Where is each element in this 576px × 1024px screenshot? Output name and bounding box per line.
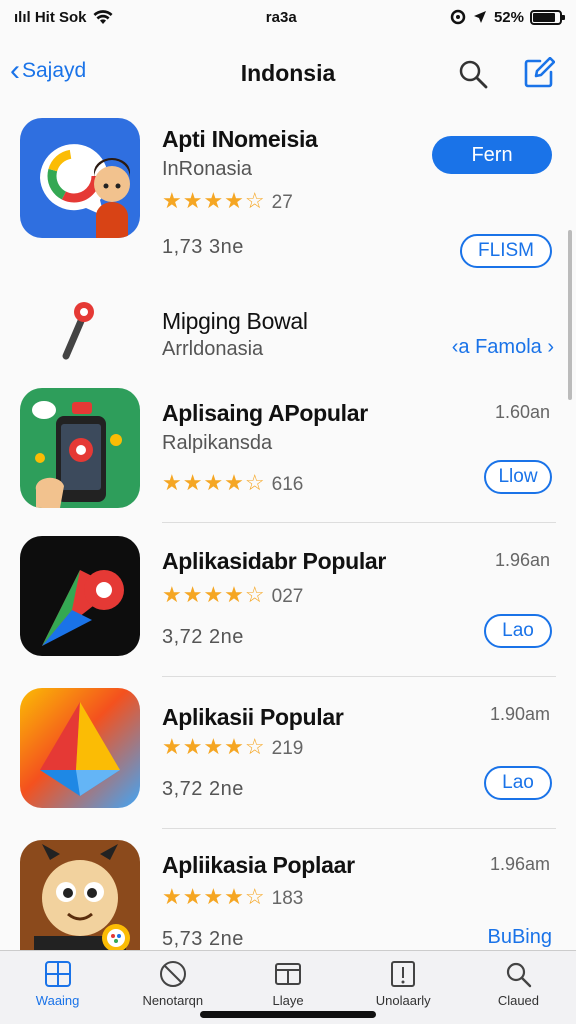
stars-icon: ★★★★☆ — [162, 470, 266, 495]
games-icon — [159, 961, 186, 987]
status-bar: ılıl Hit Sok ra3a 52% — [0, 0, 576, 34]
rating-count: 219 — [271, 738, 304, 759]
app-time: 1.96an — [494, 550, 550, 570]
carrier-label: ılıl Hit Sok — [14, 8, 87, 26]
app-name: Aplikasidabr Popular — [162, 548, 387, 574]
stars-icon: ★★★★☆ — [162, 188, 266, 213]
navigation-arrow-icon — [473, 11, 486, 23]
wifi-icon — [93, 10, 113, 24]
app-icon-phone — [20, 388, 140, 508]
get-button[interactable]: Fern — [432, 136, 552, 174]
open-button[interactable]: Lao — [484, 614, 552, 648]
tab-search[interactable]: Claued — [461, 951, 576, 1024]
app-name: Apti INomeisia — [162, 126, 318, 152]
list-item[interactable]: Aplisaing APopular 1.60an Ralpikansda ★★… — [0, 386, 576, 526]
list-item[interactable]: Apti INomeisia InRonasia ★★★★☆ 27 1,73 3n… — [0, 112, 576, 282]
app-name: Mipging Bowal — [162, 308, 308, 334]
divider — [162, 676, 556, 677]
tab-label: Waaing — [35, 993, 80, 1008]
list-item[interactable]: Aplikasii Popular 1.90am ★★★★☆ 219 3,72 2… — [0, 686, 576, 826]
list-item[interactable]: Mipging Bowal Arrldonasia ‹a Famola › — [0, 290, 576, 376]
open-button[interactable]: Lao — [484, 766, 552, 800]
star-rating: ★★★★☆ 027 — [162, 582, 303, 608]
today-icon — [44, 961, 71, 987]
app-meta: 3,72 2ne — [162, 626, 244, 648]
map-pin-icon — [62, 302, 94, 360]
stars-icon: ★★★★☆ — [162, 582, 266, 607]
app-subtitle: Ralpikansda — [162, 432, 273, 454]
app-name: Apliikasia Poplaar — [162, 852, 355, 878]
app-store-screen: ılıl Hit Sok ra3a 52% ‹ Sajayd Indonsia — [0, 0, 576, 1024]
rating-count: 027 — [271, 586, 304, 607]
rating-count: 27 — [271, 192, 293, 213]
star-rating: ★★★★☆ 616 — [162, 470, 303, 496]
app-name: Aplikasii Popular — [162, 704, 344, 730]
drive-app-icon — [40, 702, 120, 796]
star-rating: ★★★★☆ 183 — [162, 884, 303, 910]
rating-count: 616 — [271, 474, 304, 495]
star-rating: ★★★★☆ 219 — [162, 734, 303, 760]
app-name: Aplisaing APopular — [162, 400, 368, 426]
see-all-link[interactable]: ‹a Famola › — [452, 336, 554, 359]
list-item[interactable]: Aplikasidabr Popular 1.96an ★★★★☆ 027 3,7… — [0, 534, 576, 674]
secondary-button[interactable]: FLISM — [460, 234, 552, 268]
app-meta: 3,72 2ne — [162, 778, 244, 800]
divider — [162, 828, 556, 829]
compose-icon[interactable] — [523, 57, 555, 89]
app-icon-drive — [20, 688, 140, 808]
apps-icon — [275, 963, 301, 985]
app-meta: 5,73 2ne — [162, 928, 244, 950]
maps-app-icon — [42, 570, 124, 646]
status-left: ılıl Hit Sok — [14, 9, 113, 26]
tab-today[interactable]: Waaing — [0, 951, 115, 1024]
page-title: Indonsia — [240, 60, 336, 86]
open-link[interactable]: BuBing — [488, 926, 553, 949]
list-item[interactable]: Apliikasia Poplaar 1.96am ★★★★☆ 183 5,73 … — [0, 838, 576, 950]
home-indicator — [200, 1011, 376, 1018]
status-time: ra3a — [265, 8, 297, 26]
character-app-icon — [34, 844, 130, 950]
divider — [162, 522, 556, 523]
app-time: 1.96am — [489, 854, 550, 874]
search-icon[interactable] — [457, 58, 489, 90]
tab-label: Nenotarqn — [142, 993, 204, 1008]
rating-count: 183 — [271, 888, 304, 909]
stars-icon: ★★★★☆ — [162, 884, 266, 909]
status-right: 52% — [450, 8, 565, 26]
app-subtitle: InRonasia — [162, 158, 253, 180]
battery-icon — [529, 9, 565, 25]
open-button[interactable]: Llow — [484, 460, 552, 494]
tab-label: Llaye — [272, 993, 304, 1008]
app-time: 1.90am — [489, 704, 550, 724]
app-icon-maps — [20, 536, 140, 656]
search-icon — [507, 962, 532, 988]
star-rating: ★★★★☆ 27 — [162, 188, 293, 214]
location-icon — [450, 9, 466, 25]
stars-icon: ★★★★☆ — [162, 734, 266, 759]
updates-icon — [391, 961, 416, 987]
app-icon-chat-character — [20, 118, 140, 238]
app-icon-character — [20, 840, 140, 950]
app-time: 1.60an — [494, 402, 550, 422]
app-meta: 1,73 3ne — [162, 236, 244, 258]
scrollbar[interactable] — [568, 230, 572, 400]
navigation-bar: ‹ Sajayd Indonsia — [0, 44, 576, 104]
chat-character-icon — [40, 144, 130, 238]
app-subtitle: Arrldonasia — [162, 338, 264, 360]
battery-percent: 52% — [493, 8, 524, 26]
tab-label: Unolaarly — [375, 993, 431, 1008]
tab-label: Claued — [497, 993, 540, 1008]
phone-app-icon — [32, 401, 122, 508]
